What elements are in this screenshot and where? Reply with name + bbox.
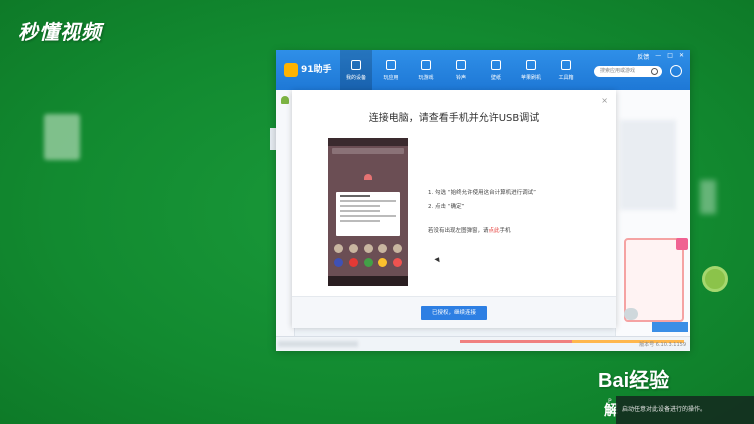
image-icon: [491, 59, 501, 70]
phone-usb-prompt: [336, 192, 400, 236]
phone-navbar: [328, 276, 408, 286]
nav-label: 工具箱: [558, 74, 574, 81]
nav-label: 我的设备: [345, 74, 366, 81]
nav-apps[interactable]: 玩应用: [375, 50, 407, 90]
step-2: 2. 点击 “确定”: [428, 204, 465, 210]
dialog-footer: 已授权，继续连接: [292, 296, 616, 328]
app-logo-icon: [284, 62, 298, 77]
nav-label: 铃声: [455, 74, 466, 81]
minimize-button[interactable]: —: [655, 52, 661, 61]
search-input[interactable]: 搜索应用或游戏: [594, 66, 662, 77]
chat-icon[interactable]: [624, 308, 638, 320]
app-name: 91助手: [301, 65, 332, 75]
panel-content-blurred: [620, 120, 676, 210]
maximize-button[interactable]: □: [667, 52, 673, 61]
authorized-continue-button[interactable]: 已授权，继续连接: [421, 306, 487, 320]
phone-app-icon: [364, 174, 372, 180]
nav-label: 玩应用: [383, 74, 399, 81]
usb-debug-dialog: 连接电脑，请查看手机并允许USB调试 × 1. 勾选 “始终允许使用这台计算机进…: [292, 90, 616, 328]
tip-text: 若没有出现左图弹窗，请点此手机: [428, 224, 536, 238]
phone-dock: [334, 258, 402, 268]
tip-link[interactable]: 点此: [489, 228, 500, 234]
system-tooltip: 启动任意对此设备进行的操作。: [616, 396, 754, 424]
toolbox-icon: [561, 59, 571, 70]
promo-button[interactable]: [652, 322, 688, 332]
nav-label: 苹果刷机: [520, 74, 541, 81]
tooltip-prefix: P: [608, 398, 612, 405]
desktop-icon: [44, 114, 80, 160]
tip-suffix: 手机: [499, 228, 511, 234]
app-logo[interactable]: 91助手: [284, 62, 332, 77]
status-bar: 版本号 6.10.3.1159: [276, 336, 690, 351]
feedback-button[interactable]: 反馈: [637, 52, 649, 61]
phone-icon: [351, 59, 361, 70]
gamepad-icon: [421, 59, 431, 70]
nav-label: 玩游戏: [418, 74, 434, 81]
window-controls: 反馈 — □ ✕: [637, 52, 684, 61]
android-icon[interactable]: [281, 96, 289, 104]
search-icon[interactable]: [651, 68, 658, 75]
status-blurred: [278, 341, 358, 347]
nav-my-device[interactable]: 我的设备: [340, 50, 372, 90]
instructions: 1. 勾选 “始终允许使用这台计算机进行调试” 2. 点击 “确定” 若没有出现…: [428, 186, 536, 238]
tip-prefix: 若没有出现左图弹窗，请: [428, 228, 489, 234]
progress-segment: [460, 340, 572, 343]
search-placeholder: 搜索应用或游戏: [600, 68, 636, 74]
music-icon: [456, 59, 466, 70]
download-icon[interactable]: [670, 65, 682, 77]
tooltip-text: 启动任意对此设备进行的操作。: [622, 406, 707, 413]
title-bar: 91助手 我的设备 玩应用 玩游戏 铃声 壁纸 苹果刷机 工具箱 反馈 — □ …: [276, 50, 690, 90]
baidu-brand: Bai经验: [598, 370, 670, 392]
dialog-close-button[interactable]: ×: [601, 96, 608, 105]
phone-app-row: [334, 244, 402, 254]
nav-ringtones[interactable]: 铃声: [445, 50, 477, 90]
baidu-jingyan-logo: Bai经验: [598, 364, 669, 393]
badge-icon: [676, 238, 688, 250]
bag-icon: [386, 59, 396, 70]
dialog-title: 连接电脑，请查看手机并允许USB调试: [368, 113, 540, 124]
version-label: 版本号 6.10.3.1159: [639, 342, 686, 348]
phone-illustration: [328, 138, 408, 286]
nav-label: 壁纸: [490, 74, 501, 81]
right-panel: [615, 90, 690, 336]
watermark-logo: 秒懂视频: [18, 16, 102, 45]
watermark-brand: 秒懂视频: [18, 20, 102, 44]
nav-flash[interactable]: 苹果刷机: [515, 50, 547, 90]
nav-toolbox[interactable]: 工具箱: [550, 50, 582, 90]
step-1: 1. 勾选 “始终允许使用这台计算机进行调试”: [428, 190, 536, 196]
nav-games[interactable]: 玩游戏: [410, 50, 442, 90]
desktop-icon: [700, 180, 716, 214]
refresh-icon: [526, 59, 536, 70]
close-button[interactable]: ✕: [679, 52, 684, 61]
phone-statusbar: [328, 138, 408, 146]
mouse-cursor: [434, 255, 442, 263]
main-nav: 我的设备 玩应用 玩游戏 铃声 壁纸 苹果刷机 工具箱: [340, 50, 585, 90]
star-badge-icon: [702, 266, 728, 292]
nav-wallpaper[interactable]: 壁纸: [480, 50, 512, 90]
phone-searchbar: [332, 148, 404, 154]
